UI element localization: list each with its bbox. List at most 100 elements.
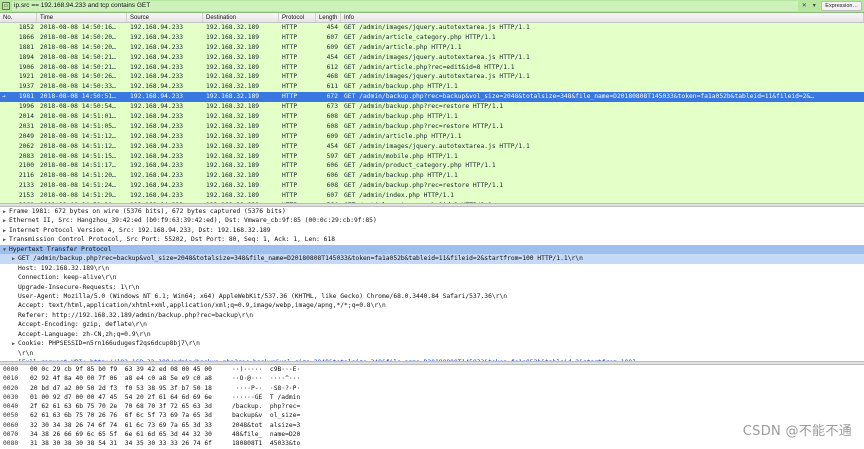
- detail-item[interactable]: ▼ Hypertext Transfer Protocol: [0, 244, 864, 255]
- packet-length: 468: [326, 73, 338, 81]
- packet-row[interactable]: 1906 2018-08-08 14:50:21… 192.168.94.233 19…: [0, 62, 864, 73]
- column-header-info[interactable]: Info: [341, 13, 864, 22]
- column-header-protocol[interactable]: Protocol: [279, 13, 316, 22]
- bytes-ascii[interactable]: 180808T1 45033&to: [228, 439, 308, 448]
- bytes-ascii[interactable]: 48&file_ name=D20: [228, 430, 308, 439]
- packet-no: 2049: [18, 132, 34, 140]
- packet-row[interactable]: 1937 2018-08-08 14:50:33… 192.168.94.233 19…: [0, 82, 864, 93]
- detail-item[interactable]: ▶ Frame 1981: 672 bytes on wire (5376 bit…: [0, 207, 864, 216]
- detail-item[interactable]: ▶ Cookie: PHPSESSID=n5rn166udugesf2qs6dcu…: [0, 339, 864, 348]
- detail-item[interactable]: ▶ Ethernet II, Src: Hangzhou_39:42:ed (b0…: [0, 216, 864, 225]
- expression-button[interactable]: Expression…: [821, 1, 862, 11]
- packet-row[interactable]: 2116 2018-08-08 14:51:20… 192.168.94.233 19…: [0, 171, 864, 182]
- packet-row[interactable]: 2133 2018-08-08 14:51:24… 192.168.94.233 19…: [0, 181, 864, 192]
- bytes-ascii[interactable]: ··)····· c9B···E·: [228, 365, 308, 374]
- detail-text: Transmission Control Protocol, Src Port:…: [9, 236, 336, 244]
- bytes-hex[interactable]: 02 92 4f 8a 40 00 7f 06 a8 e4 c0 a8 5e e…: [26, 374, 228, 383]
- packet-row[interactable]: 1921 2018-08-08 14:50:26… 192.168.94.233 19…: [0, 72, 864, 83]
- display-filter-input[interactable]: ip.src == 192.168.94.233 and tcp contain…: [12, 1, 799, 11]
- packet-length: 608: [326, 113, 338, 121]
- packet-no: 1981 →: [2, 93, 34, 101]
- bytes-ascii[interactable]: ······GE T /admin: [228, 393, 308, 402]
- packet-info: GET /admin/article.php?rec=edit&id=8 HTT…: [344, 63, 515, 71]
- bytes-hex[interactable]: 62 61 63 6b 75 70 26 76 6f 6c 5f 73 69 7…: [26, 411, 228, 420]
- packet-no: 1894: [18, 53, 34, 61]
- bytes-offset[interactable]: 0000: [0, 365, 26, 374]
- packet-destination: 192.168.32.189: [206, 63, 260, 71]
- bytes-ascii[interactable]: ····P-· ·S8·?·P·: [228, 384, 308, 393]
- bytes-hex[interactable]: 34 38 26 66 69 6c 65 5f 6e 61 6d 65 3d 4…: [26, 430, 228, 439]
- bytes-offset[interactable]: 0050: [0, 411, 26, 420]
- bytes-hex[interactable]: 2f 62 61 63 6b 75 70 2e 70 68 70 3f 72 6…: [26, 402, 228, 411]
- packet-row[interactable]: 1981 → 2018-08-08 14:50:51… 192.168.94.233 1…: [0, 92, 864, 103]
- bytes-ascii[interactable]: 2048&tot alsize=3: [228, 421, 308, 430]
- detail-item[interactable]: Accept-Encoding: gzip, deflate\r\n: [0, 320, 864, 329]
- bytes-offset[interactable]: 0080: [0, 439, 26, 448]
- packet-protocol: HTTP: [282, 63, 298, 71]
- bytes-offset[interactable]: 0030: [0, 393, 26, 402]
- bytes-offset[interactable]: 0060: [0, 421, 26, 430]
- detail-item[interactable]: Host: 192.168.32.189\r\n: [0, 264, 864, 273]
- packet-row[interactable]: 1852 2018-08-08 14:50:16… 192.168.94.233 19…: [0, 23, 864, 33]
- detail-item[interactable]: User-Agent: Mozilla/5.0 (Windows NT 6.1;…: [0, 292, 864, 301]
- packet-row[interactable]: 2100 2018-08-08 14:51:17… 192.168.94.233 19…: [0, 161, 864, 172]
- packet-length: 454: [326, 53, 338, 61]
- packet-row[interactable]: 1894 2018-08-08 14:50:21… 192.168.94.233 19…: [0, 52, 864, 63]
- packet-row[interactable]: 2153 2018-08-08 14:51:29… 192.168.94.233 19…: [0, 191, 864, 202]
- packet-row[interactable]: 1996 2018-08-08 14:50:54… 192.168.94.233 19…: [0, 102, 864, 113]
- detail-item[interactable]: Upgrade-Insecure-Requests: 1\r\n: [0, 283, 864, 292]
- request-arrow-icon: →: [2, 93, 6, 101]
- detail-item[interactable]: Referer: http://192.168.32.189/admin/bac…: [0, 311, 864, 320]
- bytes-ascii[interactable]: ··O·@··· ····^···: [228, 374, 308, 383]
- display-filter-bar: ▭ ip.src == 192.168.94.233 and tcp conta…: [0, 0, 864, 13]
- packet-row[interactable]: 2062 2018-08-08 14:51:12… 192.168.94.233 19…: [0, 141, 864, 152]
- bookmark-icon[interactable]: ▭: [2, 2, 10, 10]
- bytes-offset[interactable]: 0040: [0, 402, 26, 411]
- packet-row[interactable]: 2083 2018-08-08 14:51:15… 192.168.94.233 19…: [0, 151, 864, 162]
- packet-row[interactable]: 2031 2018-08-08 14:51:05… 192.168.94.233 19…: [0, 121, 864, 132]
- bytes-offset[interactable]: 0070: [0, 430, 26, 439]
- packet-row[interactable]: 2014 2018-08-08 14:51:01… 192.168.94.233 19…: [0, 112, 864, 122]
- packet-time: 2018-08-08 14:51:12…: [40, 142, 116, 150]
- column-header-destination[interactable]: Destination: [203, 13, 279, 22]
- clear-filter-icon[interactable]: ✕: [800, 2, 808, 11]
- packet-length: 607: [326, 192, 338, 200]
- packet-no: 2116: [18, 172, 34, 180]
- detail-text: GET /admin/backup.php?rec=backup&vol_siz…: [18, 255, 583, 263]
- detail-rows: ▶ Frame 1981: 672 bytes on wire (5376 bit…: [0, 207, 864, 361]
- bytes-hex[interactable]: 01 00 92 d7 00 00 47 45 54 20 2f 61 64 6…: [26, 393, 228, 402]
- packet-no: 1921: [18, 73, 34, 81]
- bytes-ascii[interactable]: /backup. php?rec=: [228, 402, 308, 411]
- detail-item[interactable]: ▶ Internet Protocol Version 4, Src: 192.1…: [0, 226, 864, 235]
- filter-history-dropdown-icon[interactable]: ▾: [810, 2, 818, 11]
- column-header-no[interactable]: No.: [0, 13, 37, 22]
- packet-length: 609: [326, 43, 338, 51]
- bytes-offset[interactable]: 0010: [0, 374, 26, 383]
- detail-item[interactable]: Accept: text/html,application/xhtml+xml,…: [0, 301, 864, 310]
- bytes-hex[interactable]: 20 bd d7 a2 00 50 2d f3 f0 53 38 95 3f b…: [26, 384, 228, 393]
- packet-no: 1937: [18, 83, 34, 91]
- packet-source: 192.168.94.233: [130, 152, 184, 160]
- packet-protocol: HTTP: [282, 172, 298, 180]
- packet-destination: 192.168.32.189: [206, 93, 260, 101]
- packet-no: 1906: [18, 63, 34, 71]
- packet-row[interactable]: 1881 2018-08-08 14:50:20… 192.168.94.233 19…: [0, 42, 864, 53]
- bytes-hex[interactable]: 31 38 30 38 30 38 54 31 34 35 30 33 33 2…: [26, 439, 228, 448]
- packet-row[interactable]: 1866 2018-08-08 14:50:20… 192.168.94.233 19…: [0, 32, 864, 43]
- column-header-time[interactable]: Time: [37, 13, 127, 22]
- detail-item[interactable]: Accept-Language: zh-CN,zh;q=0.9\r\n: [0, 330, 864, 339]
- bytes-offset[interactable]: 0020: [0, 384, 26, 393]
- packet-no: 2133: [18, 182, 34, 190]
- packet-row[interactable]: 2049 2018-08-08 14:51:12… 192.168.94.233 19…: [0, 131, 864, 142]
- bytes-hex[interactable]: 32 30 34 38 26 74 6f 74 61 6c 73 69 7a 6…: [26, 421, 228, 430]
- column-header-length[interactable]: Length: [316, 13, 341, 22]
- detail-item[interactable]: Connection: keep-alive\r\n: [0, 273, 864, 282]
- detail-item[interactable]: ▶ GET /admin/backup.php?rec=backup&vol_si…: [0, 254, 864, 264]
- detail-item[interactable]: \r\n: [0, 349, 864, 358]
- detail-item[interactable]: ▶ Transmission Control Protocol, Src Port…: [0, 235, 864, 244]
- bytes-ascii[interactable]: backup&v ol_size=: [228, 411, 308, 420]
- bytes-hex[interactable]: 00 0c 29 cb 9f 85 b0 f9 63 39 42 ed 08 0…: [26, 365, 228, 374]
- column-header-source[interactable]: Source: [127, 13, 203, 22]
- packet-length: 607: [326, 33, 338, 41]
- packet-destination: 192.168.32.189: [206, 83, 260, 91]
